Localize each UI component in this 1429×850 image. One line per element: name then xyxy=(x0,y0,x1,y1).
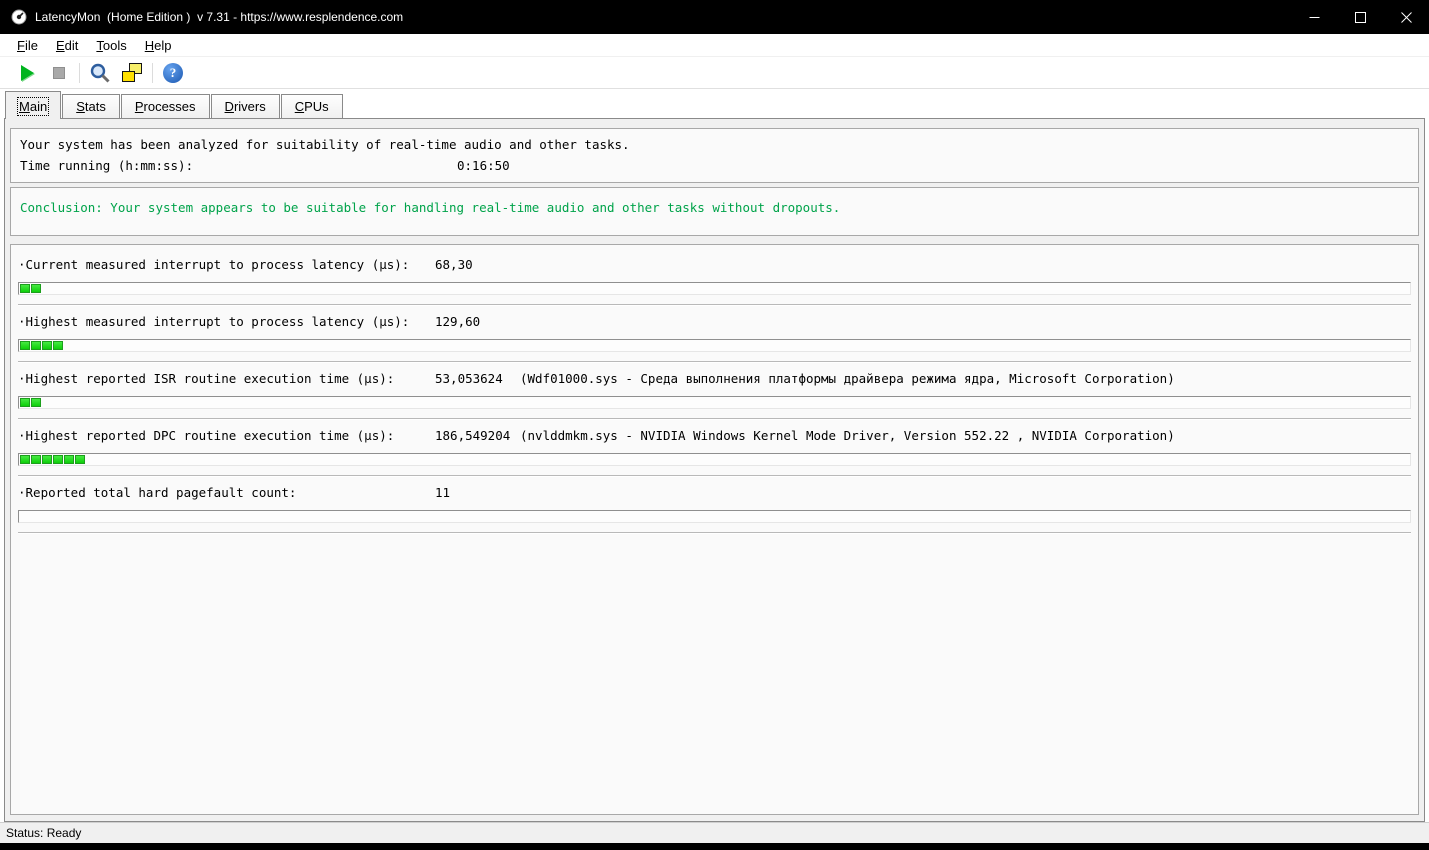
time-running-label: Time running (h:mm:ss): xyxy=(20,158,194,173)
metric-highest-latency: ·Highest measured interrupt to process l… xyxy=(18,305,1411,362)
metric-highest-dpc: ·Highest reported DPC routine execution … xyxy=(18,419,1411,476)
tools-icon xyxy=(90,63,110,83)
tab-stats[interactable]: Stats xyxy=(62,94,120,118)
tools-button[interactable] xyxy=(86,60,114,86)
metric-value: 68,30 xyxy=(435,257,473,272)
analysis-panel: Your system has been analyzed for suitab… xyxy=(10,128,1419,183)
isr-meter-bar xyxy=(18,396,1411,409)
window-title: LatencyMon (Home Edition ) v 7.31 - http… xyxy=(35,10,404,24)
status-text: Status: Ready xyxy=(6,826,82,840)
stop-icon xyxy=(53,66,65,79)
tab-cpus[interactable]: CPUs xyxy=(280,94,343,118)
latency-meter-bar xyxy=(18,339,1411,352)
bottom-edge xyxy=(0,843,1429,850)
toolbar: ? xyxy=(0,57,1429,89)
menu-bar: File Edit Tools Help xyxy=(0,34,1429,57)
start-monitor-button[interactable] xyxy=(13,60,41,86)
analysis-text: Your system has been analyzed for suitab… xyxy=(20,137,630,152)
metric-label: ·Highest reported DPC routine execution … xyxy=(18,428,395,443)
metric-value: 129,60 xyxy=(435,314,481,329)
metric-driver-info xyxy=(520,482,1411,503)
pagefault-meter-bar xyxy=(18,510,1411,523)
tab-bar: Main Stats Processes Drivers CPUs xyxy=(0,89,1429,119)
metric-label: ·Current measured interrupt to process l… xyxy=(18,257,410,272)
status-bar: Status: Ready xyxy=(0,822,1429,843)
metrics-panel: ·Current measured interrupt to process l… xyxy=(10,244,1419,815)
copy-windows-button[interactable] xyxy=(118,60,146,86)
menu-edit[interactable]: Edit xyxy=(47,35,87,56)
dpc-meter-bar xyxy=(18,453,1411,466)
metric-label: ·Reported total hard pagefault count: xyxy=(18,485,297,500)
stop-monitor-button xyxy=(45,60,73,86)
latencymon-window: LatencyMon (Home Edition ) v 7.31 - http… xyxy=(0,0,1429,850)
time-running-row: Time running (h:mm:ss): 0:16:50 xyxy=(20,155,1409,176)
metric-hard-pagefaults: ·Reported total hard pagefault count: 11 xyxy=(18,476,1411,533)
window-controls xyxy=(1291,0,1429,34)
metric-driver-info xyxy=(520,311,1411,332)
app-icon xyxy=(11,9,27,25)
title-bar: LatencyMon (Home Edition ) v 7.31 - http… xyxy=(0,0,1429,34)
conclusion-panel: Conclusion: Your system appears to be su… xyxy=(10,187,1419,236)
toolbar-separator xyxy=(152,62,153,83)
metric-driver-info: (nvlddmkm.sys - NVIDIA Windows Kernel Mo… xyxy=(520,428,1175,443)
maximize-button[interactable] xyxy=(1337,0,1383,34)
toolbar-separator xyxy=(79,62,80,83)
metric-label: ·Highest measured interrupt to process l… xyxy=(18,314,410,329)
main-tab-page: Your system has been analyzed for suitab… xyxy=(4,118,1425,822)
help-icon: ? xyxy=(163,62,183,83)
close-button[interactable] xyxy=(1383,0,1429,34)
tab-processes[interactable]: Processes xyxy=(120,94,210,118)
play-icon xyxy=(20,64,34,81)
metric-driver-info: (Wdf01000.sys - Среда выполнения платфор… xyxy=(520,371,1175,386)
metric-value: 53,053624 xyxy=(435,371,503,386)
metric-label: ·Highest reported ISR routine execution … xyxy=(18,371,395,386)
metric-value: 11 xyxy=(435,485,451,500)
metric-driver-info xyxy=(520,254,1411,275)
metric-value: 186,549204 xyxy=(435,428,511,443)
minimize-button[interactable] xyxy=(1291,0,1337,34)
menu-help[interactable]: Help xyxy=(136,35,181,56)
metric-current-latency: ·Current measured interrupt to process l… xyxy=(18,248,1411,305)
conclusion-text: Conclusion: Your system appears to be su… xyxy=(20,200,841,215)
latency-meter-bar xyxy=(18,282,1411,295)
time-running-value: 0:16:50 xyxy=(457,158,510,173)
tab-drivers[interactable]: Drivers xyxy=(210,94,280,118)
menu-tools[interactable]: Tools xyxy=(87,35,135,56)
menu-file[interactable]: File xyxy=(8,35,47,56)
help-button[interactable]: ? xyxy=(159,60,187,86)
tab-main[interactable]: Main xyxy=(5,91,62,119)
metric-highest-isr: ·Highest reported ISR routine execution … xyxy=(18,362,1411,419)
copy-windows-icon xyxy=(122,63,142,82)
